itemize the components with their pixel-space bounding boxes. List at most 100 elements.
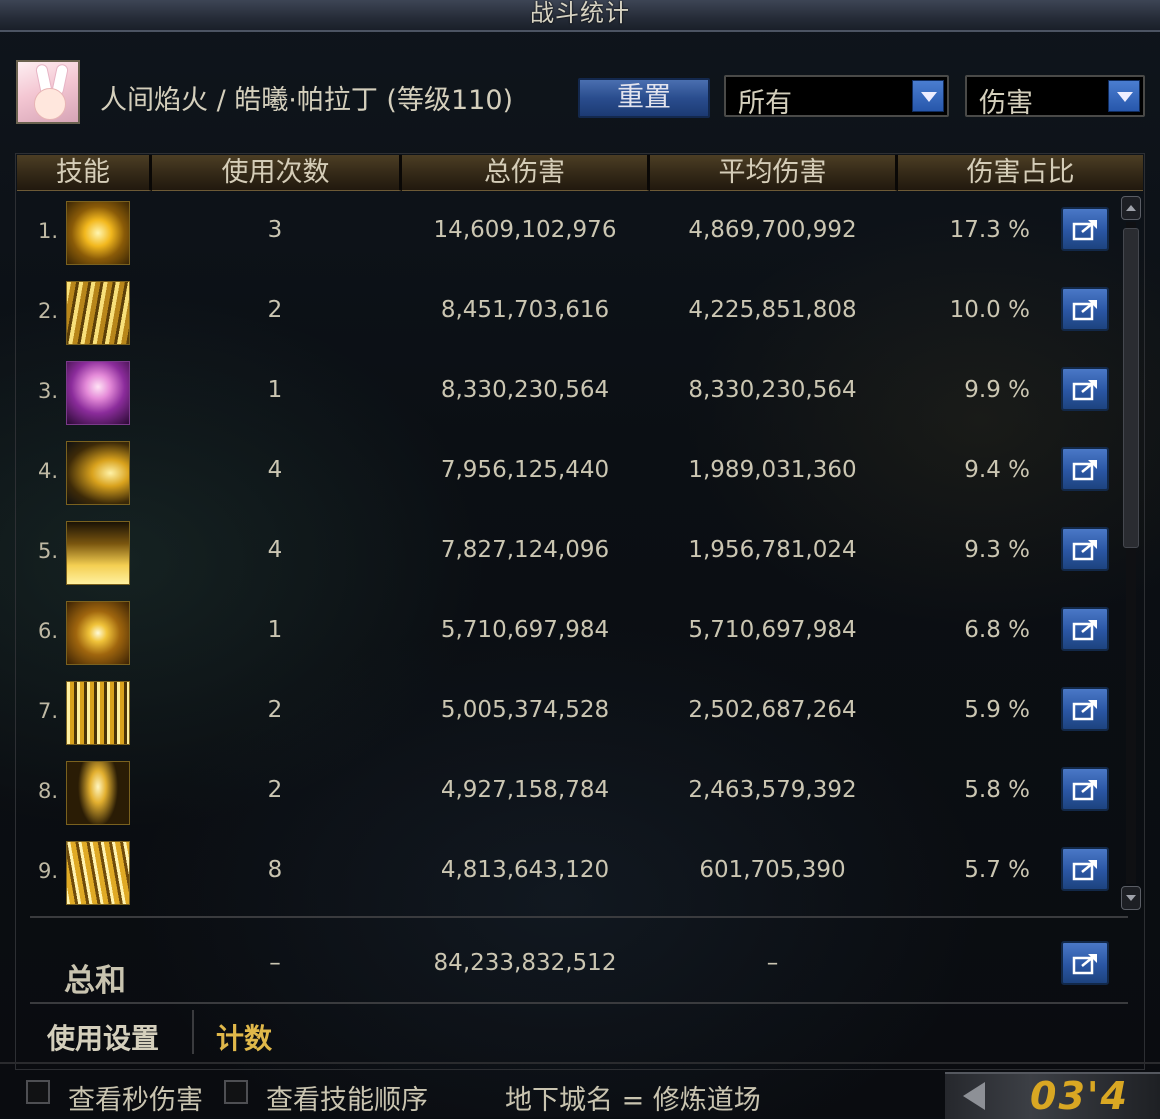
uses-count: 2 xyxy=(267,697,283,723)
table-row[interactable]: 4. 4 7,956,125,440 1,989,031,360 9.4 % xyxy=(30,433,1115,513)
skill-rays-icon xyxy=(66,681,130,745)
speaker-icon[interactable] xyxy=(963,1082,985,1110)
skill-pillar-icon xyxy=(66,521,130,585)
share-icon xyxy=(1072,540,1097,561)
average-damage: 1,956,781,024 xyxy=(688,537,857,563)
damage-share: 5.7 % xyxy=(964,857,1030,883)
average-damage: 4,869,700,992 xyxy=(688,217,857,243)
share-button[interactable] xyxy=(1061,367,1109,411)
character-name: 人间焰火 / 皓曦·帕拉丁 (等级110) xyxy=(100,85,514,116)
share-button[interactable] xyxy=(1061,941,1109,985)
skill-order-label: 查看技能顺序 xyxy=(266,1085,428,1116)
damage-share: 17.3 % xyxy=(949,217,1030,243)
row-index: 9. xyxy=(38,859,59,883)
skill-wing-icon xyxy=(66,441,130,505)
metric-dropdown-value: 伤害 xyxy=(979,88,1033,119)
header-uses[interactable]: 使用次数 xyxy=(152,155,402,191)
total-damage: 5,710,697,984 xyxy=(440,617,610,643)
uses-count: 1 xyxy=(267,617,283,643)
skill-flare-icon xyxy=(66,841,130,905)
header-damage-share[interactable]: 伤害占比 xyxy=(898,155,1143,191)
header-skill[interactable]: 技能 xyxy=(17,155,152,191)
damage-share: 9.9 % xyxy=(964,377,1030,403)
row-index: 1. xyxy=(38,219,59,243)
skill-swirl-icon xyxy=(66,201,130,265)
average-damage: 2,502,687,264 xyxy=(688,697,857,723)
window-title: 战斗统计 xyxy=(530,0,630,27)
average-damage: 5,710,697,984 xyxy=(688,617,857,643)
total-damage: 5,005,374,528 xyxy=(440,697,610,723)
header-total-damage[interactable]: 总伤害 xyxy=(402,155,650,191)
damage-share: 10.0 % xyxy=(949,297,1030,323)
chevron-down-icon[interactable] xyxy=(1108,80,1140,112)
tab-count[interactable]: 计数 xyxy=(216,1017,272,1057)
table-row[interactable]: 3. 1 8,330,230,564 8,330,230,564 9.9 % xyxy=(30,353,1115,433)
table-scrollbar[interactable] xyxy=(1121,196,1141,910)
totals-label: 总和 xyxy=(64,963,126,999)
share-icon xyxy=(1072,954,1097,975)
average-damage: 2,463,579,392 xyxy=(688,777,857,803)
damage-share: 5.8 % xyxy=(964,777,1030,803)
share-icon xyxy=(1072,620,1097,641)
share-icon xyxy=(1072,860,1097,881)
total-damage: 4,813,643,120 xyxy=(440,857,610,883)
average-damage: 601,705,390 xyxy=(699,857,846,883)
share-button[interactable] xyxy=(1061,847,1109,891)
header-average-damage[interactable]: 平均伤害 xyxy=(650,155,898,191)
share-icon xyxy=(1072,300,1097,321)
share-button[interactable] xyxy=(1061,287,1109,331)
table-row[interactable]: 9. 8 4,813,643,120 601,705,390 5.7 % xyxy=(30,833,1115,913)
footer-divider xyxy=(0,1062,1160,1064)
row-index: 6. xyxy=(38,619,59,643)
uses-count: 3 xyxy=(267,217,283,243)
filter-dropdown-value: 所有 xyxy=(738,88,792,119)
table-row[interactable]: 5. 4 7,827,124,096 1,956,781,024 9.3 % xyxy=(30,513,1115,593)
share-button[interactable] xyxy=(1061,447,1109,491)
reset-button[interactable]: 重置 xyxy=(578,78,710,118)
table-row[interactable]: 1. 3 14,609,102,976 4,869,700,992 17.3 % xyxy=(30,193,1115,273)
scroll-thumb[interactable] xyxy=(1123,228,1139,548)
share-button[interactable] xyxy=(1061,767,1109,811)
share-button[interactable] xyxy=(1061,207,1109,251)
metric-dropdown[interactable]: 伤害 xyxy=(965,75,1145,119)
share-button[interactable] xyxy=(1061,687,1109,731)
row-index: 7. xyxy=(38,699,59,723)
skill-beam-icon xyxy=(66,761,130,825)
share-icon xyxy=(1072,460,1097,481)
scroll-up-icon[interactable] xyxy=(1121,196,1141,220)
total-damage: 8,330,230,564 xyxy=(440,377,610,403)
table-header: 技能 使用次数 总伤害 平均伤害 伤害占比 xyxy=(17,155,1143,191)
table-row[interactable]: 2. 2 8,451,703,616 4,225,851,808 10.0 % xyxy=(30,273,1115,353)
average-damage: 8,330,230,564 xyxy=(688,377,857,403)
share-button[interactable] xyxy=(1061,607,1109,651)
window-titlebar[interactable]: 战斗统计 xyxy=(0,0,1160,32)
character-avatar xyxy=(16,60,80,124)
share-icon xyxy=(1072,380,1097,401)
scroll-down-icon[interactable] xyxy=(1121,886,1141,910)
share-icon xyxy=(1072,780,1097,801)
table-row[interactable]: 7. 2 5,005,374,528 2,502,687,264 5.9 % xyxy=(30,673,1115,753)
uses-count: 2 xyxy=(267,297,283,323)
share-button[interactable] xyxy=(1061,527,1109,571)
filter-dropdown[interactable]: 所有 xyxy=(724,75,949,119)
skill-star-icon xyxy=(66,601,130,665)
per-second-damage-checkbox[interactable] xyxy=(26,1080,50,1104)
total-damage: 7,827,124,096 xyxy=(440,537,610,563)
table-row[interactable]: 8. 2 4,927,158,784 2,463,579,392 5.8 % xyxy=(30,753,1115,833)
uses-count: 4 xyxy=(267,457,283,483)
uses-count: 8 xyxy=(267,857,283,883)
row-index: 3. xyxy=(38,379,59,403)
row-index: 4. xyxy=(38,459,59,483)
average-damage: 1,989,031,360 xyxy=(688,457,857,483)
uses-count: 1 xyxy=(267,377,283,403)
uses-count: 4 xyxy=(267,537,283,563)
tabs-divider xyxy=(30,1002,1128,1004)
skill-burst-icon xyxy=(66,281,130,345)
total-damage: 4,927,158,784 xyxy=(440,777,610,803)
hud-corner: 03'4 xyxy=(945,1072,1160,1119)
tab-usage-settings[interactable]: 使用设置 xyxy=(47,1017,159,1057)
table-row[interactable]: 6. 1 5,710,697,984 5,710,697,984 6.8 % xyxy=(30,593,1115,673)
damage-share: 5.9 % xyxy=(964,697,1030,723)
skill-order-checkbox[interactable] xyxy=(224,1080,248,1104)
chevron-down-icon[interactable] xyxy=(912,80,944,112)
